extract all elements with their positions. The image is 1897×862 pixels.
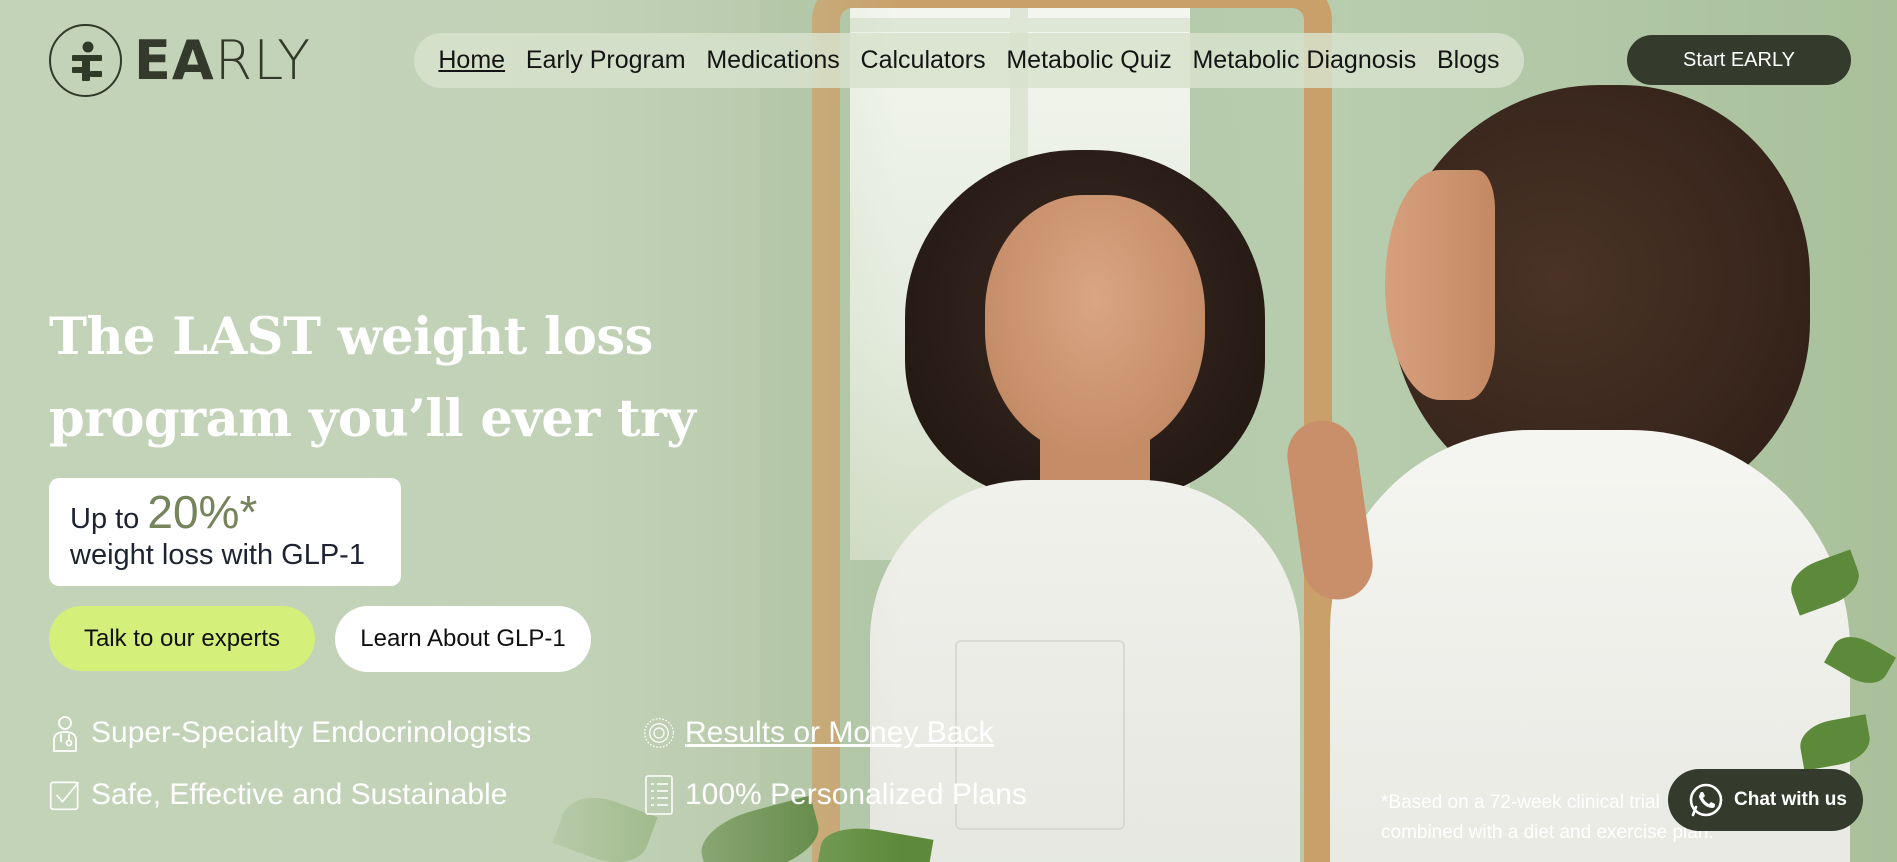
stat-prefix: Up to (70, 503, 140, 535)
brand-logo[interactable]: EARLY (49, 24, 311, 97)
nav-item-home[interactable]: Home (438, 46, 505, 75)
nav-item-metabolic-diagnosis[interactable]: Metabolic Diagnosis (1192, 46, 1416, 75)
guarantee-badge-icon (643, 714, 675, 752)
nav-item-metabolic-quiz[interactable]: Metabolic Quiz (1006, 46, 1171, 75)
checklist-icon (643, 775, 675, 815)
chat-label: Chat with us (1734, 789, 1847, 810)
hero-title-line-1: The LAST weight loss (49, 307, 653, 367)
nav-item-early-program[interactable]: Early Program (526, 46, 686, 75)
doctor-icon (49, 714, 81, 752)
feature-safe-effective: Safe, Effective and Sustainable (49, 776, 507, 814)
feature-label-safe-effective: Safe, Effective and Sustainable (91, 778, 508, 811)
money-back-link[interactable]: Results or Money Back (685, 716, 993, 750)
talk-to-experts-button[interactable]: Talk to our experts (49, 606, 315, 671)
weight-loss-stat-card: Up to 20%* weight loss with GLP-1 (49, 478, 401, 586)
stat-value: 20%* (147, 486, 258, 538)
feature-money-back[interactable]: Results or Money Back (643, 714, 993, 752)
learn-about-glp1-button[interactable]: Learn About GLP-1 (335, 606, 591, 672)
feature-personalized-plans: 100% Personalized Plans (643, 775, 1027, 815)
logo-emblem-icon (49, 24, 122, 97)
hero-title-line-2: program you’ll ever try (49, 389, 696, 449)
nav-item-medications[interactable]: Medications (706, 46, 839, 75)
stat-suffix: weight loss with GLP-1 (70, 539, 365, 571)
start-early-button[interactable]: Start EARLY (1627, 35, 1851, 85)
hero-title: The LAST weight loss program you’ll ever… (49, 296, 749, 460)
chat-with-us-button[interactable]: Chat with us (1668, 769, 1863, 831)
feature-label-endocrinologists: Super-Specialty Endocrinologists (91, 716, 532, 749)
feature-endocrinologists: Super-Specialty Endocrinologists (49, 714, 531, 752)
whatsapp-icon (1688, 782, 1724, 818)
feature-label-personalized-plans: 100% Personalized Plans (685, 778, 1027, 811)
checkbox-icon (49, 776, 81, 814)
main-navigation: Home Early Program Medications Calculato… (414, 33, 1524, 88)
nav-item-calculators[interactable]: Calculators (861, 46, 986, 75)
brand-wordmark: EARLY (134, 28, 312, 92)
nav-item-blogs[interactable]: Blogs (1437, 46, 1500, 75)
